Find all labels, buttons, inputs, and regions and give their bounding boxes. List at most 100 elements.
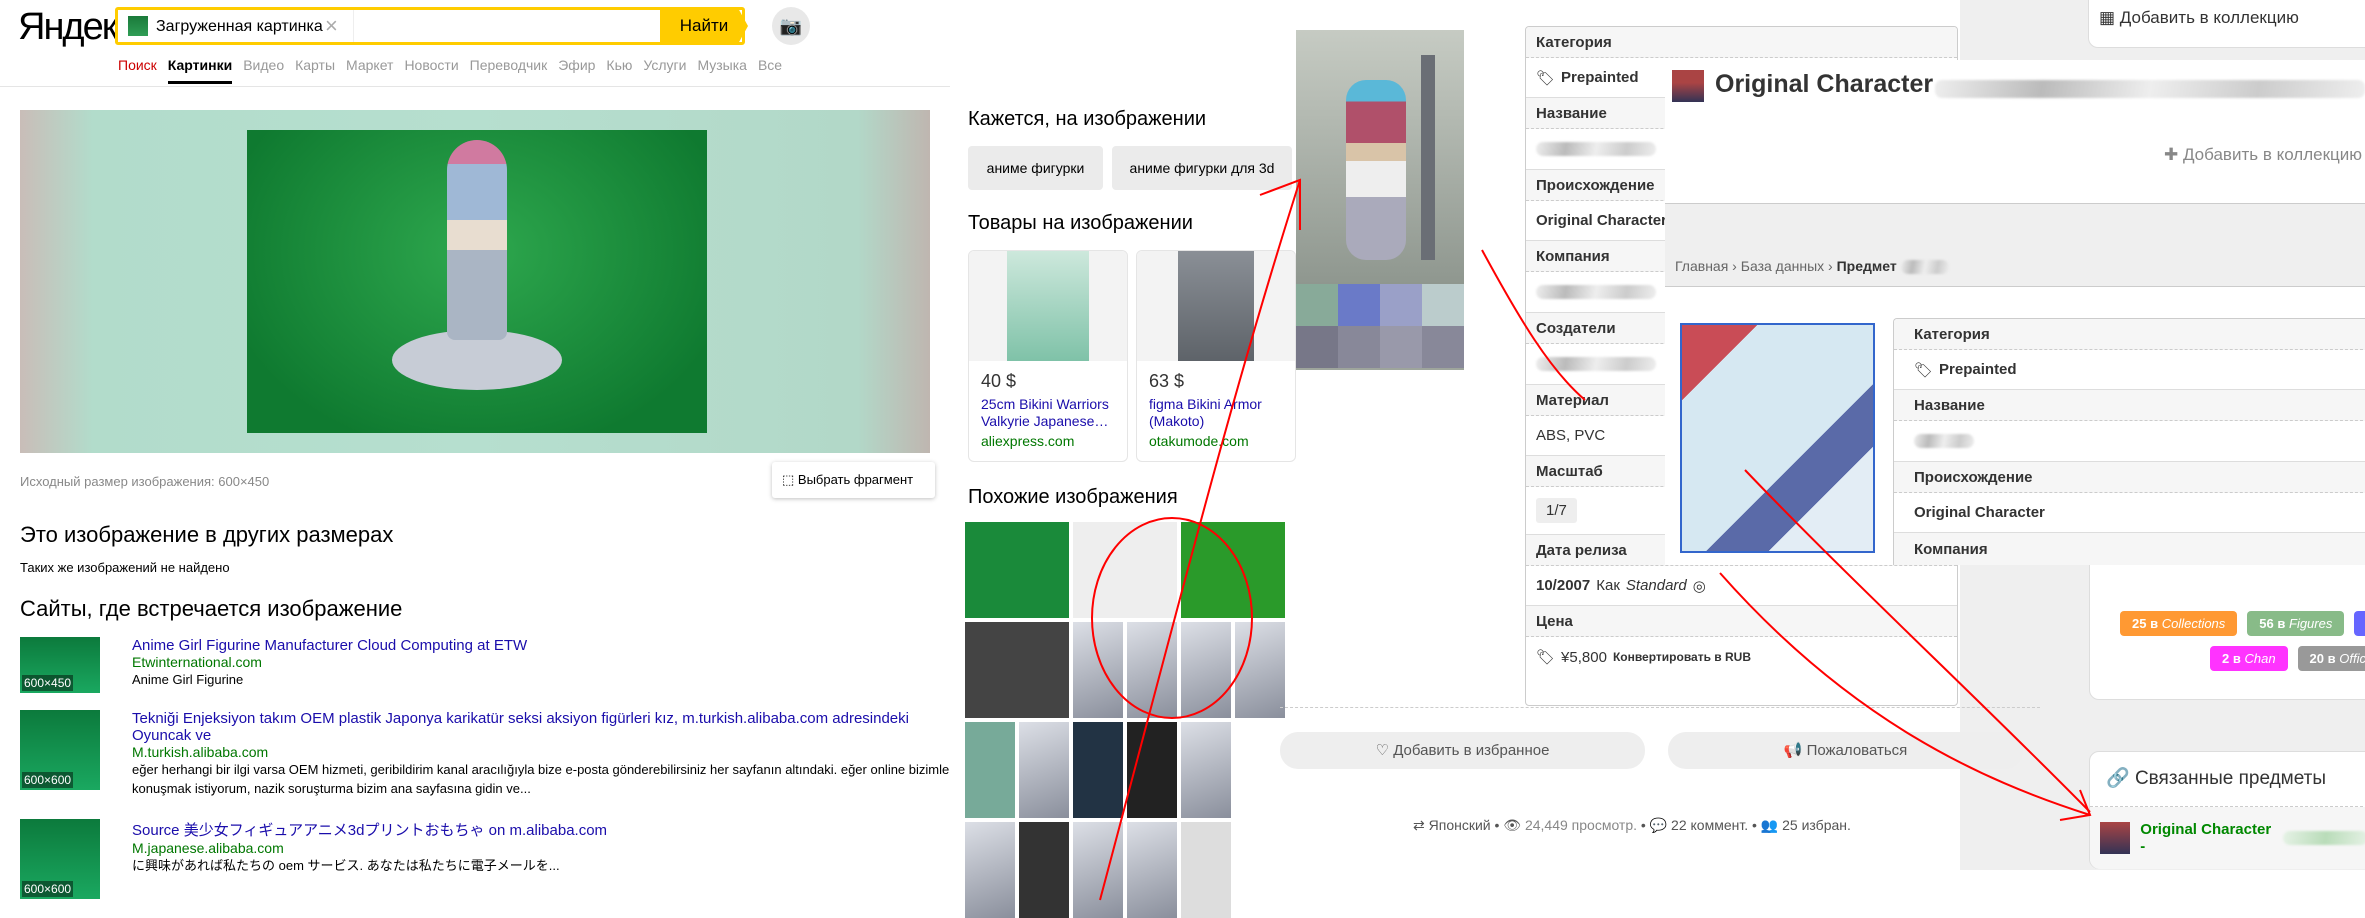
similar-image[interactable] [965,622,1069,718]
redacted [1536,357,1656,371]
add-collection-link[interactable]: ✚ Добавить в коллекцию [2164,145,2362,165]
megaphone-icon: 📢 [1783,742,1807,759]
tab-search[interactable]: Поиск [118,57,157,84]
tag-icon: 🏷 [1914,361,1934,379]
similar-image[interactable] [965,722,1015,818]
tab-images[interactable]: Картинки [167,57,233,84]
badge-official[interactable]: 20 в Official [2297,646,2365,671]
item-thumb[interactable] [2100,822,2131,854]
nav-tabs: Поиск Картинки Видео Карты Маркет Новост… [118,57,782,84]
item-avatar [1672,70,1704,102]
sites-title: Сайты, где встречается изображение [20,596,403,621]
badge-figures[interactable]: 56 в Figures [2247,611,2345,636]
result-link[interactable]: Anime Girl Figurine Manufacturer Cloud C… [132,637,952,654]
product-title[interactable]: 25cm Bikini Warriors Valkyrie Japanese… [981,396,1115,430]
search-box[interactable]: Загруженная картинка × [115,7,745,45]
related-item-link[interactable]: Original Character - [2140,821,2273,855]
scale-badge[interactable]: 1/7 [1536,498,1577,523]
goods-title: Товары на изображении [968,212,1193,234]
similar-image[interactable] [1181,622,1231,718]
breadcrumb-home[interactable]: Главная [1675,258,1728,274]
similar-images-grid [965,522,1285,918]
similar-image[interactable] [1235,822,1285,918]
similar-image[interactable] [1073,822,1123,918]
select-fragment-button[interactable]: ⬚ Выбрать фрагмент [772,462,935,498]
comments-icon: 💬 [1649,817,1672,833]
grid-icon: ▦ [2099,8,2120,27]
tab-music[interactable]: Музыка [697,57,747,84]
similar-image[interactable] [1019,722,1069,818]
row-label: Категория [1894,319,2365,350]
similar-image[interactable] [1073,622,1123,718]
similar-image[interactable] [1181,722,1231,818]
similar-image[interactable] [1073,722,1123,818]
product-price: 40 $ [981,371,1017,391]
badge-chan[interactable]: 2 в Chan [2210,646,2288,671]
tab-q[interactable]: Кью [606,57,632,84]
add-collection-card[interactable]: ▦ Добавить в коллекцию [2088,0,2365,48]
product-title[interactable]: figma Bikini Armor (Makoto) [1149,396,1283,430]
similar-image[interactable] [1127,822,1177,918]
badge-collections[interactable]: 25 в Collections [2120,611,2238,636]
tab-video[interactable]: Видео [243,57,284,84]
figure-photo [1296,30,1464,284]
result-thumb[interactable]: 600×450 [20,637,100,693]
query-image[interactable] [20,110,930,453]
similar-image[interactable] [1181,522,1285,618]
eye-icon: 👁 [1503,817,1525,833]
search-button[interactable]: Найти [660,7,748,45]
similar-image[interactable] [1235,622,1285,718]
tag-icon: 🏷 [1536,69,1556,87]
similar-image[interactable] [1073,522,1177,618]
product-shop[interactable]: aliexpress.com [981,433,1115,449]
tab-services[interactable]: Услуги [643,57,686,84]
result-link[interactable]: Tekniği Enjeksiyon takım OEM plastik Jap… [132,710,952,744]
row-value[interactable]: Prepainted [1939,361,2017,378]
related-title: Связанные предметы [2134,768,2327,789]
row-value[interactable]: Prepainted [1561,69,1639,86]
breadcrumb-db[interactable]: База данных [1741,258,1824,274]
similar-image[interactable] [965,822,1015,918]
similar-image[interactable] [1235,722,1285,818]
result-thumb[interactable]: 600×600 [20,819,100,899]
similar-image[interactable] [1019,822,1069,918]
row-value[interactable]: Original Character [1914,504,2045,521]
breadcrumb: Главная › База данных › Предмет [1665,203,2365,287]
result-domain[interactable]: M.japanese.alibaba.com [132,840,952,856]
add-favorite-button[interactable]: ♡ Добавить в избранное [1280,732,1645,769]
tag-chip[interactable]: аниме фигурки [968,146,1103,190]
similar-image[interactable] [1127,722,1177,818]
result-domain[interactable]: M.turkish.alibaba.com [132,744,952,760]
tab-maps[interactable]: Карты [295,57,335,84]
result-domain[interactable]: Etwinternational.com [132,654,952,670]
tab-market[interactable]: Маркет [346,57,393,84]
release-date[interactable]: 10/2007 [1536,577,1590,594]
row-label: Происхождение [1894,462,2365,493]
badge-other[interactable]: 13 [2354,611,2365,636]
report-button[interactable]: 📢 Пожаловаться [1668,732,2023,769]
similar-image[interactable] [965,522,1069,618]
convert-link[interactable]: Конвертировать в RUB [1613,650,1751,664]
site-result: 600×600 Source 美少女フィギュアアニメ3dプリントおもちゃ on … [20,819,950,899]
row-value[interactable]: Original Character [1536,212,1667,229]
item-title: Original Character - [1715,70,1949,98]
product-shop[interactable]: otakumode.com [1149,433,1283,449]
tab-translate[interactable]: Переводчик [470,57,548,84]
product-card[interactable]: 40 $ 25cm Bikini Warriors Valkyrie Japan… [968,250,1128,462]
tab-all[interactable]: Все [758,57,782,84]
item-main-image[interactable] [1680,323,1875,553]
tab-efir[interactable]: Эфир [558,57,595,84]
price: ¥5,800 [1561,648,1607,666]
product-card[interactable]: 63 $ figma Bikini Armor (Makoto) otakumo… [1136,250,1296,462]
camera-search-icon[interactable]: 📷 [772,7,810,45]
tab-news[interactable]: Новости [404,57,458,84]
tag-chip[interactable]: аниме фигурки для 3d [1112,146,1292,190]
clear-icon[interactable]: × [325,13,338,39]
result-thumb[interactable]: 600×600 [20,710,100,790]
similar-image[interactable] [1181,822,1231,918]
result-link[interactable]: Source 美少女フィギュアアニメ3dプリントおもちゃ on m.alibab… [132,819,952,840]
row-label: Цена [1526,606,1957,637]
similar-image[interactable] [1127,622,1177,718]
reference-figure-image [1296,30,1464,370]
other-sizes-title: Это изображение в других размерах [20,522,394,547]
